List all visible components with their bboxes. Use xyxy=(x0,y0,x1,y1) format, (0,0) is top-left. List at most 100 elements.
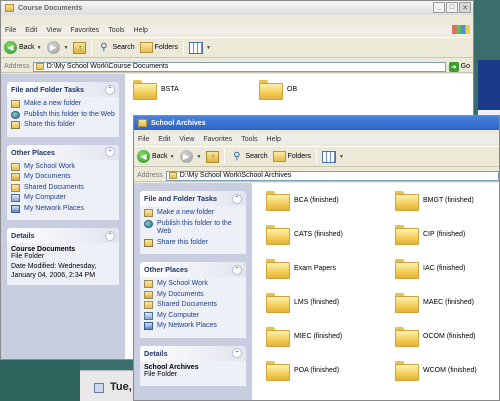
folder-item[interactable]: BCA (finished) xyxy=(266,191,339,211)
link-shared-documents[interactable]: Shared Documents xyxy=(11,183,115,193)
link-my-documents[interactable]: My Documents xyxy=(11,173,115,182)
search-button[interactable]: ⚲ Search xyxy=(97,41,134,54)
menu-help[interactable]: Help xyxy=(134,27,148,34)
link-my-school-work[interactable]: My School Work xyxy=(11,162,115,172)
toolbar: ◀ Back ▼ ▶ ▼ ↑ ⚲ Search Folders ▼ xyxy=(1,37,473,58)
window-school-archives[interactable]: School Archives File Edit View Favorites… xyxy=(133,115,500,401)
chevron-down-icon[interactable]: ▼ xyxy=(197,154,202,160)
minimize-button[interactable]: _ xyxy=(433,2,445,13)
folders-icon xyxy=(139,42,153,53)
network-icon xyxy=(144,322,153,330)
other-places-panel: Other Places ⌃ My School Work My Document… xyxy=(140,262,246,338)
toolbar-divider xyxy=(316,149,317,164)
link-label: My School Work xyxy=(24,162,75,170)
address-input[interactable]: D:\My School Work\Course Documents xyxy=(32,61,446,72)
collapse-icon[interactable]: ⌃ xyxy=(105,84,115,95)
menu-file[interactable]: File xyxy=(138,136,149,143)
panel-header[interactable]: Details ⌃ xyxy=(140,345,246,361)
share-folder-link[interactable]: Share this folder xyxy=(144,238,242,248)
folder-name: WCOM (finished) xyxy=(423,366,477,374)
menu-view[interactable]: View xyxy=(46,27,61,34)
folder-item[interactable]: BSTA xyxy=(133,80,179,100)
menu-favorites[interactable]: Favorites xyxy=(70,27,99,34)
chevron-down-icon[interactable]: ▼ xyxy=(64,45,69,51)
folders-button[interactable]: Folders xyxy=(272,151,311,162)
views-button[interactable]: ▼ xyxy=(322,150,344,163)
close-button[interactable]: ✕ xyxy=(459,2,471,13)
folder-item[interactable]: CIP (finished) xyxy=(395,225,465,245)
folder-item[interactable]: MAEC (finished) xyxy=(395,293,474,313)
link-label: My Documents xyxy=(157,290,204,298)
share-folder-link[interactable]: Share this folder xyxy=(11,121,115,130)
go-button[interactable]: ➜ Go xyxy=(448,61,470,72)
panel-header[interactable]: Details ⌃ xyxy=(7,228,119,243)
menu-favorites[interactable]: Favorites xyxy=(203,136,232,143)
address-label: Address xyxy=(137,172,163,179)
menu-view[interactable]: View xyxy=(179,136,194,143)
menu-file[interactable]: File xyxy=(5,27,16,34)
back-button[interactable]: ◀ Back ▼ xyxy=(137,150,175,163)
link-my-computer[interactable]: My Computer xyxy=(144,311,242,321)
title-bar[interactable]: Course Documents _ □ ✕ xyxy=(1,1,473,15)
menu-edit[interactable]: Edit xyxy=(158,136,170,143)
link-my-network-places[interactable]: My Network Places xyxy=(144,322,242,331)
folder-item[interactable]: WCOM (finished) xyxy=(395,361,477,381)
search-icon: ⚲ xyxy=(100,42,108,53)
folder-item[interactable]: POA (finished) xyxy=(266,361,339,381)
chevron-down-icon[interactable]: ▼ xyxy=(339,154,344,160)
chevron-down-icon[interactable]: ▼ xyxy=(206,45,211,51)
search-button[interactable]: ⚲ Search xyxy=(230,150,267,163)
link-shared-documents[interactable]: Shared Documents xyxy=(144,301,242,310)
menu-help[interactable]: Help xyxy=(267,136,281,143)
collapse-icon[interactable]: ⌃ xyxy=(105,230,115,241)
folder-name: MAEC (finished) xyxy=(423,298,474,306)
menu-edit[interactable]: Edit xyxy=(25,27,37,34)
link-my-documents[interactable]: My Documents xyxy=(144,290,242,300)
address-input[interactable]: D:\My School Work\School Archives xyxy=(165,170,499,181)
folder-item[interactable]: OCOM (finished) xyxy=(395,327,476,347)
chevron-down-icon[interactable]: ▼ xyxy=(170,154,175,160)
link-my-computer[interactable]: My Computer xyxy=(11,194,115,203)
back-label: Back xyxy=(152,153,168,160)
link-label: Make a new folder xyxy=(157,209,215,216)
maximize-button[interactable]: □ xyxy=(446,2,458,13)
up-folder-button[interactable]: ↑ xyxy=(73,41,87,54)
task-pane: File and Folder Tasks ⌃ Make a new folder… xyxy=(134,183,252,400)
back-button[interactable]: ◀ Back ▼ xyxy=(4,41,42,54)
views-button[interactable]: ▼ xyxy=(189,41,211,54)
forward-button[interactable]: ▶ ▼ xyxy=(46,41,69,54)
link-my-school-work[interactable]: My School Work xyxy=(144,280,242,289)
folder-item[interactable]: IAC (finished) xyxy=(395,259,465,279)
chevron-down-icon[interactable]: ▼ xyxy=(37,45,42,51)
make-new-folder-link[interactable]: Make a new folder xyxy=(144,209,242,218)
panel-header[interactable]: Other Places ⌃ xyxy=(140,262,246,277)
folders-button[interactable]: Folders xyxy=(139,42,178,53)
up-folder-button[interactable]: ↑ xyxy=(206,150,220,163)
panel-header[interactable]: File and Folder Tasks ⌃ xyxy=(7,82,119,97)
menu-tools[interactable]: Tools xyxy=(241,136,257,143)
menu-tools[interactable]: Tools xyxy=(108,27,124,34)
folder-icon xyxy=(138,119,147,127)
folder-item[interactable]: MIEC (finished) xyxy=(266,327,342,347)
folder-item[interactable]: OB xyxy=(259,80,297,100)
folder-item[interactable]: Exam Papers xyxy=(266,259,336,279)
panel-header[interactable]: File and Folder Tasks ⌃ xyxy=(140,191,246,206)
collapse-icon[interactable]: ⌃ xyxy=(105,147,115,157)
forward-button[interactable]: ▶ ▼ xyxy=(179,150,202,163)
publish-folder-link[interactable]: Publish this folder to the Web xyxy=(11,110,115,120)
link-my-network-places[interactable]: My Network Places xyxy=(11,204,115,214)
folder-icon xyxy=(395,225,419,245)
publish-folder-link[interactable]: Publish this folder to the Web xyxy=(144,219,242,237)
window-title: Course Documents xyxy=(18,4,83,12)
folder-item[interactable]: BMGT (finished) xyxy=(395,191,474,211)
panel-header[interactable]: Other Places ⌃ xyxy=(7,144,119,160)
link-label: My Documents xyxy=(24,173,71,180)
collapse-icon[interactable]: ⌃ xyxy=(232,193,242,204)
title-bar[interactable]: School Archives xyxy=(134,116,499,130)
collapse-icon[interactable]: ⌃ xyxy=(232,264,242,275)
folder-item[interactable]: LMS (finished) xyxy=(266,293,339,313)
make-new-folder-link[interactable]: Make a new folder xyxy=(11,100,115,109)
collapse-icon[interactable]: ⌃ xyxy=(232,348,242,358)
folder-name: BCA (finished) xyxy=(294,196,339,204)
folder-item[interactable]: CATS (finished) xyxy=(266,225,343,245)
